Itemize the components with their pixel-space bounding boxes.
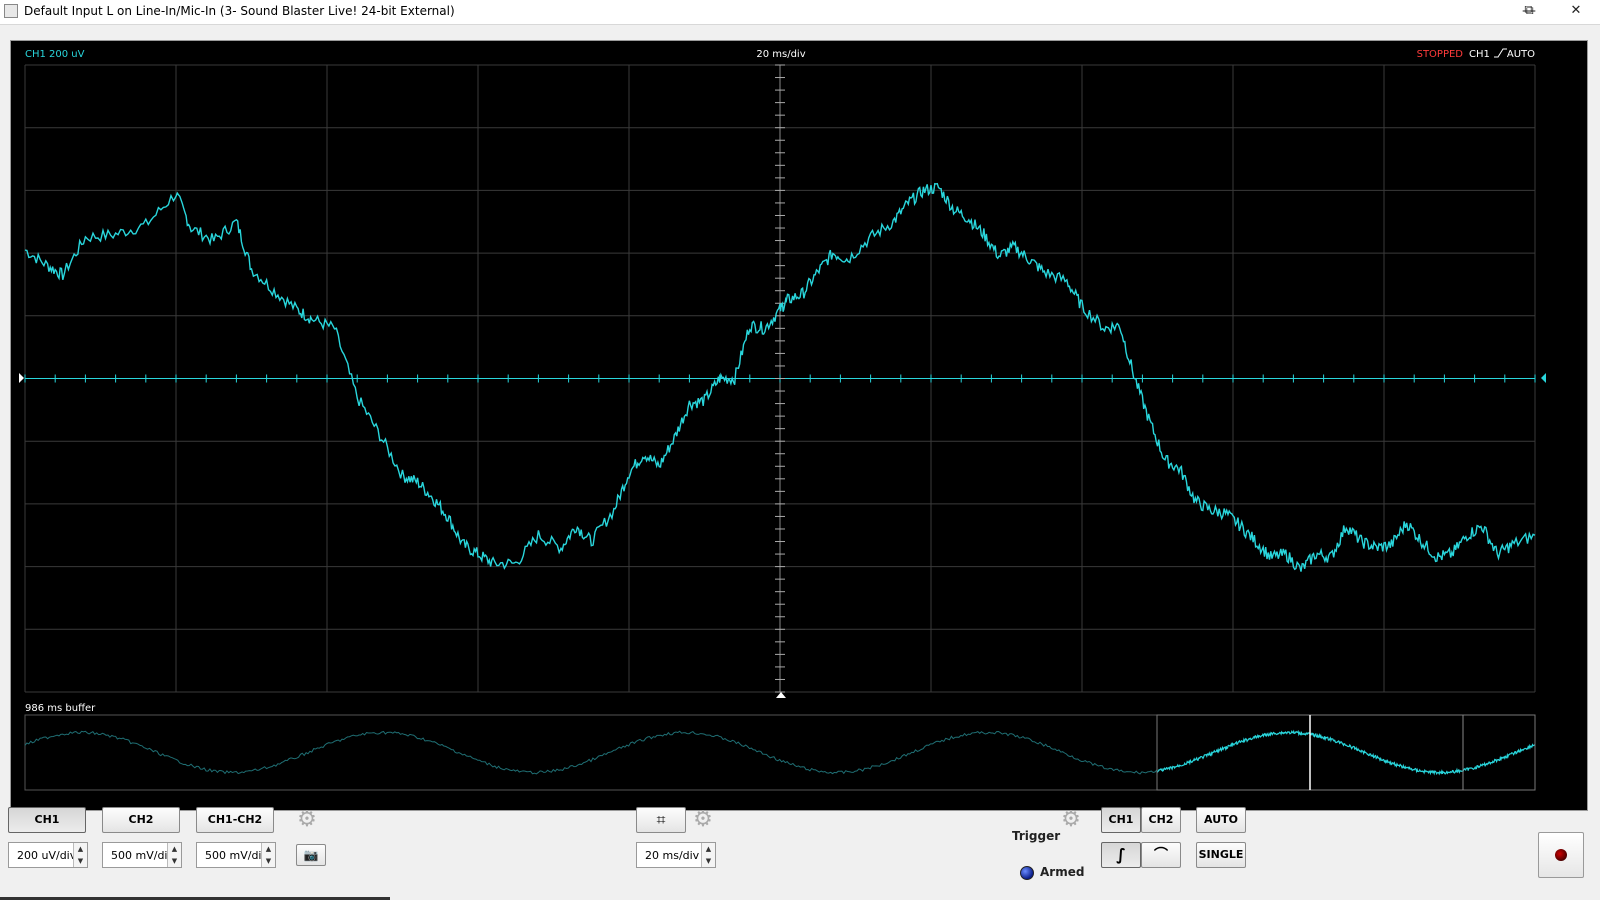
diff-scale-spinner[interactable]: ▲▼: [196, 842, 276, 868]
channel-settings-gear-icon[interactable]: ⚙: [296, 809, 318, 831]
title-bar: Default Input L on Line-In/Mic-In (3- So…: [0, 0, 1600, 25]
falling-edge-button[interactable]: ⌒: [1141, 842, 1181, 868]
auto-trigger-button[interactable]: AUTO: [1196, 807, 1246, 833]
diff-scale-up-icon[interactable]: ▲: [262, 843, 275, 855]
trigger-ch1-button[interactable]: CH1: [1101, 807, 1141, 833]
restore-button[interactable]: ⧉: [1506, 0, 1552, 24]
rising-edge-button[interactable]: ∫: [1101, 842, 1141, 868]
timebase-settings-gear-icon[interactable]: ⚙: [692, 809, 714, 831]
falling-edge-icon: ⌒: [1154, 847, 1168, 863]
center-axis-ticks: [24, 64, 1536, 693]
buffer-window-trace: [1156, 729, 1536, 776]
trigger-label: Trigger: [1012, 829, 1061, 843]
record-button[interactable]: [1538, 832, 1584, 878]
timebase-spinner[interactable]: ▲▼: [636, 842, 716, 868]
trigger-position-marker-icon[interactable]: [776, 692, 786, 698]
ch2-scale-field[interactable]: [105, 846, 173, 864]
rising-edge-icon: [1494, 48, 1507, 58]
trigger-mode-indicator: AUTO: [1507, 49, 1535, 60]
trigger-settings-gear-icon[interactable]: ⚙: [1060, 809, 1082, 831]
scope-panel: CH1 200 uV 20 ms/div STOPPED CH1 AUTO 98…: [10, 40, 1588, 811]
snapshot-camera-icon[interactable]: 📷: [296, 844, 326, 866]
ch1-scale-up-icon[interactable]: ▲: [74, 843, 87, 855]
ch2-scale-spinner[interactable]: ▲▼: [102, 842, 182, 868]
buffer-trace: [24, 730, 1158, 775]
buffer-label: 986 ms buffer: [25, 703, 96, 714]
restore-icon: ⧉: [1524, 3, 1534, 18]
grid-toggle-button[interactable]: ⌗: [636, 807, 686, 833]
timebase-field[interactable]: [639, 846, 707, 864]
trigger-ch2-button[interactable]: CH2: [1141, 807, 1181, 833]
ground-level-marker-icon[interactable]: [19, 373, 24, 383]
ch1-scale-field[interactable]: [11, 846, 79, 864]
ch1-ch2-button[interactable]: CH1-CH2: [196, 807, 274, 833]
oscilloscope-display: CH1 200 uV 20 ms/div STOPPED CH1 AUTO 98…: [19, 48, 1546, 791]
single-trigger-button[interactable]: SINGLE: [1196, 842, 1246, 868]
record-icon: [1555, 849, 1567, 861]
rising-edge-icon: ∫: [1116, 845, 1126, 864]
ch2-scale-down-icon[interactable]: ▼: [168, 855, 181, 867]
timebase-label: 20 ms/div: [756, 49, 805, 60]
diff-scale-down-icon[interactable]: ▼: [262, 855, 275, 867]
window-title: Default Input L on Line-In/Mic-In (3- So…: [24, 4, 455, 18]
armed-label: Armed: [1040, 865, 1085, 879]
ch1-scale-down-icon[interactable]: ▼: [74, 855, 87, 867]
diff-scale-field[interactable]: [199, 846, 267, 864]
grid-icon: ⌗: [656, 810, 666, 829]
run-status: STOPPED: [1417, 49, 1464, 60]
armed-indicator-icon: [1020, 866, 1034, 880]
close-button[interactable]: ✕: [1552, 0, 1600, 24]
trigger-level-marker-icon[interactable]: [1541, 373, 1546, 383]
ch1-scale-spinner[interactable]: ▲▼: [8, 842, 88, 868]
timebase-down-icon[interactable]: ▼: [702, 855, 715, 867]
app-icon: [4, 4, 18, 18]
ch1-button[interactable]: CH1: [8, 807, 86, 833]
timebase-up-icon[interactable]: ▲: [702, 843, 715, 855]
ch2-scale-up-icon[interactable]: ▲: [168, 843, 181, 855]
buffer-overview-frame: [24, 714, 1536, 791]
ch2-button[interactable]: CH2: [102, 807, 180, 833]
channel-scale-label: CH1 200 uV: [25, 49, 85, 60]
trigger-channel-indicator: CH1: [1469, 49, 1490, 60]
